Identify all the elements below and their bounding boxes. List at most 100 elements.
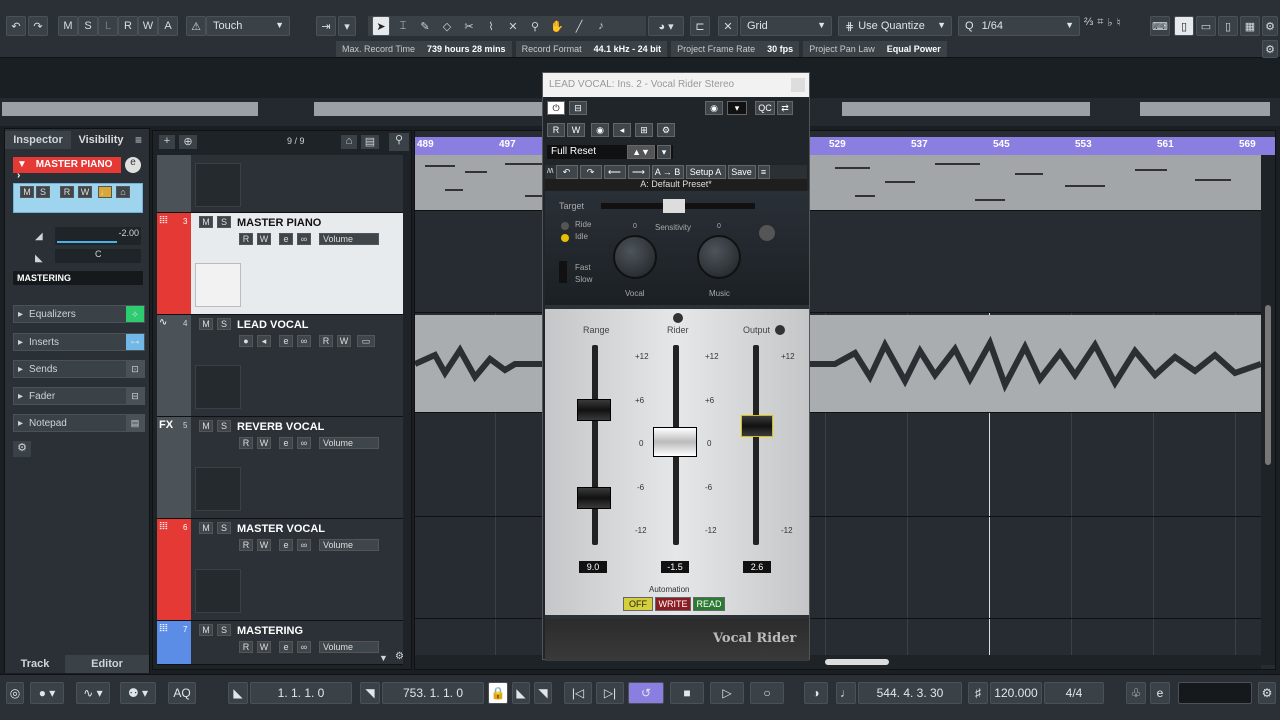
- inspector-menu-icon[interactable]: ≡: [135, 133, 142, 147]
- volume-slider[interactable]: -2.00: [55, 227, 141, 245]
- lock-icon[interactable]: 🔒: [488, 682, 508, 704]
- info-record-format[interactable]: Record Format 44.1 kHz - 24 bit: [515, 41, 668, 57]
- metronome-icon[interactable]: ⚉ ▾: [120, 682, 156, 704]
- mute-button[interactable]: M: [199, 624, 213, 636]
- ab-copy-button[interactable]: A → B: [651, 165, 684, 179]
- rider-fader[interactable]: [653, 427, 697, 457]
- listen-button[interactable]: L: [98, 16, 118, 36]
- section-equalizers[interactable]: ▸ Equalizers ⟡: [13, 305, 145, 323]
- pencil-tool-icon[interactable]: ✎: [416, 20, 434, 33]
- write-button[interactable]: W: [567, 123, 585, 137]
- section-sends[interactable]: ▸ Sends ⊡: [13, 360, 145, 378]
- section-inserts[interactable]: ▸ Inserts ⊶: [13, 333, 145, 351]
- track-row-lead-vocal[interactable]: ∿ 4 M S LEAD VOCAL ● ◂ e ∞ R W ▭: [157, 315, 403, 417]
- preset-load-icon[interactable]: ⊞: [635, 123, 653, 137]
- snap-type-dropdown[interactable]: Grid ▼: [740, 16, 832, 36]
- solo-button[interactable]: S: [217, 522, 231, 534]
- auto-read-button[interactable]: READ: [693, 597, 725, 611]
- iterative-quantize-icon[interactable]: ⅔: [1084, 16, 1093, 29]
- lanes-icon[interactable]: ▭: [357, 335, 375, 347]
- sync-icon[interactable]: ◑: [804, 682, 828, 704]
- auto-off-button[interactable]: OFF: [623, 597, 653, 611]
- tab-visibility[interactable]: Visibility: [73, 131, 129, 149]
- quantize-value-dropdown[interactable]: Q 1/64 ▼: [958, 16, 1080, 36]
- edit-instrument-icon[interactable]: e: [125, 157, 141, 173]
- pan-slider[interactable]: C: [55, 249, 141, 263]
- time-signature-field[interactable]: 4/4: [1044, 682, 1104, 704]
- scrollbar-thumb[interactable]: [825, 659, 889, 665]
- scroll-down-icon[interactable]: ▼: [379, 653, 388, 663]
- record-icon[interactable]: ○: [750, 682, 784, 704]
- automation-param[interactable]: Volume: [319, 641, 379, 653]
- range-value[interactable]: 9.0: [579, 561, 607, 573]
- next-setup-icon[interactable]: ⟶: [627, 165, 650, 179]
- redo-icon[interactable]: ↷: [28, 16, 48, 36]
- punch-in-icon[interactable]: ◣: [512, 682, 530, 704]
- snap-toggle-icon[interactable]: ⊏: [690, 16, 710, 36]
- mute-button[interactable]: M: [58, 16, 78, 36]
- time-display-icon[interactable]: ♩: [836, 682, 856, 704]
- solo-button[interactable]: S: [36, 186, 50, 198]
- mute-button[interactable]: M: [199, 318, 213, 330]
- plugin-window[interactable]: LEAD VOCAL: Ins. 2 - Vocal Rider Stereo …: [542, 72, 810, 661]
- add-folder-icon[interactable]: ⊕: [179, 135, 197, 149]
- eq-icon[interactable]: ⟡: [126, 306, 144, 322]
- edit-icon[interactable]: e: [279, 539, 293, 551]
- chevron-down-icon[interactable]: ▾: [338, 16, 356, 36]
- play-tool-icon[interactable]: ♪: [592, 20, 610, 32]
- mute-tool-icon[interactable]: ✕: [504, 20, 522, 33]
- mute-button[interactable]: M: [199, 420, 213, 432]
- inspector-settings-icon[interactable]: ⚙: [13, 441, 31, 457]
- auto-write-button[interactable]: WRITE: [655, 597, 691, 611]
- edit-icon[interactable]: e: [279, 233, 293, 245]
- left-zone-icon[interactable]: ▯: [1174, 16, 1194, 36]
- read-button[interactable]: R: [239, 233, 253, 245]
- track-menu-icon[interactable]: ▤: [361, 135, 379, 149]
- keyboard-icon[interactable]: ⌨: [1150, 16, 1170, 36]
- sends-icon[interactable]: ⊡: [126, 361, 144, 377]
- edit-icon[interactable]: e: [279, 335, 293, 347]
- tab-editor[interactable]: Editor: [65, 655, 149, 673]
- monitor-icon[interactable]: ◂: [257, 335, 271, 347]
- write-button[interactable]: W: [257, 641, 271, 653]
- chevron-down-icon[interactable]: ▾: [727, 101, 747, 115]
- glue-tool-icon[interactable]: ⌇: [482, 20, 500, 33]
- lock-icon[interactable]: ⌂: [116, 186, 130, 198]
- zoom-tool-icon[interactable]: ⚲: [526, 20, 544, 33]
- solo-button[interactable]: S: [217, 624, 231, 636]
- close-icon[interactable]: [791, 78, 805, 92]
- ride-led-icon[interactable]: [561, 222, 569, 230]
- read-button[interactable]: R: [239, 641, 253, 653]
- link-icon[interactable]: ∞: [297, 335, 311, 347]
- write-button[interactable]: W: [257, 437, 271, 449]
- monitor-icon[interactable]: ♩: [98, 186, 112, 198]
- quantize-mode-dropdown[interactable]: ⋕ Use Quantize ▼: [838, 16, 952, 36]
- read-button[interactable]: R: [118, 16, 138, 36]
- snap-icon[interactable]: ✕: [718, 16, 738, 36]
- record-mode-icon[interactable]: ● ▾: [30, 682, 64, 704]
- punch-out-icon[interactable]: ◥: [534, 682, 552, 704]
- section-fader[interactable]: ▸ Fader ⊟: [13, 387, 145, 405]
- write-button[interactable]: W: [78, 186, 92, 198]
- right-zone-icon[interactable]: ▯: [1218, 16, 1238, 36]
- bypass-icon[interactable]: ⊟: [569, 101, 587, 115]
- quantize-reset-icon[interactable]: ♮: [1117, 16, 1121, 29]
- save-button[interactable]: Save: [727, 165, 756, 179]
- automation-mode-dropdown[interactable]: Touch ▼: [206, 16, 290, 36]
- add-track-icon[interactable]: +: [159, 135, 175, 149]
- automation-mode-icon[interactable]: ⚠: [186, 16, 206, 36]
- go-to-end-icon[interactable]: ▷|: [596, 682, 624, 704]
- track-row-master-piano[interactable]: 𝍖 3 M S MASTER PIANO R W e ∞ Volume: [157, 213, 403, 315]
- plugin-title-bar[interactable]: LEAD VOCAL: Ins. 2 - Vocal Rider Stereo: [543, 73, 809, 97]
- track-row-mastering[interactable]: 𝍖 7 M S MASTERING R W e ∞ Volume: [157, 621, 403, 665]
- track-row-master-vocal[interactable]: 𝍖 6 M S MASTER VOCAL R W e ∞ Volume: [157, 519, 403, 621]
- quantize-grid-icon[interactable]: ⌗: [1097, 16, 1103, 29]
- automation-button[interactable]: A: [158, 16, 178, 36]
- read-button[interactable]: R: [319, 335, 333, 347]
- automation-param[interactable]: Volume: [319, 437, 379, 449]
- play-icon[interactable]: ▷: [710, 682, 744, 704]
- prev-setup-icon[interactable]: ⟵: [603, 165, 626, 179]
- info-pan-law[interactable]: Project Pan Law Equal Power: [803, 41, 947, 57]
- write-button[interactable]: W: [337, 335, 351, 347]
- mute-button[interactable]: M: [199, 216, 213, 228]
